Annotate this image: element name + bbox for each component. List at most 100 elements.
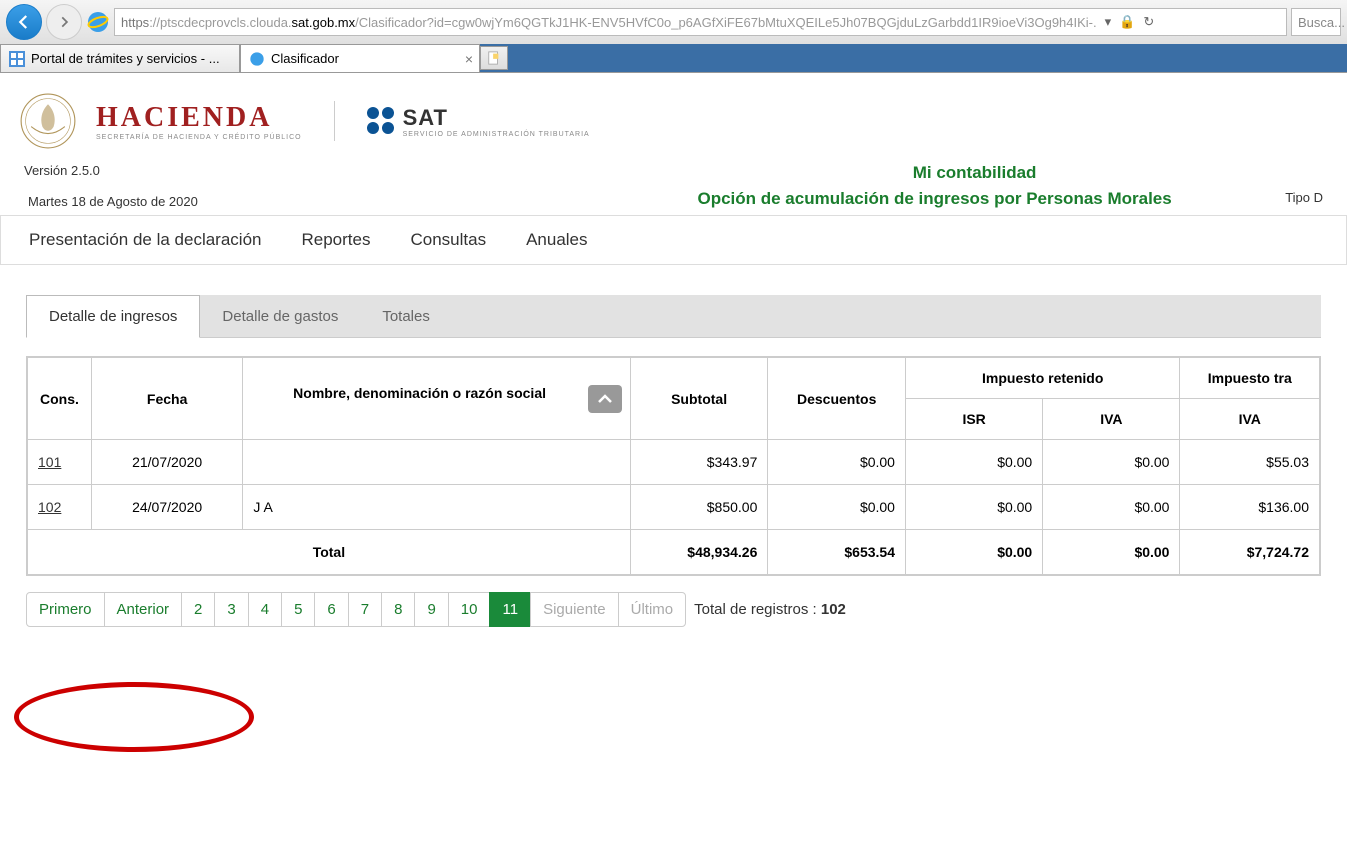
col-impuesto-trasladado: Impuesto tra xyxy=(1180,358,1320,399)
browser-tab-clasificador[interactable]: Clasificador × xyxy=(240,44,480,72)
hacienda-title: HACIENDA xyxy=(96,102,302,134)
ie-icon xyxy=(86,10,110,34)
col-nombre-label: Nombre, denominación o razón social xyxy=(293,385,546,401)
url-protocol: https xyxy=(121,15,149,30)
cell-subtotal: $343.97 xyxy=(630,440,768,485)
lock-icon: 🔒 xyxy=(1119,14,1135,30)
sat-dots-icon xyxy=(367,107,395,135)
dropdown-icon[interactable]: ▾ xyxy=(1105,14,1112,30)
page-number[interactable]: 10 xyxy=(448,592,491,627)
col-impuesto-retenido: Impuesto retenido xyxy=(905,358,1180,399)
total-records: Total de registros : 102 xyxy=(694,601,846,618)
col-subtotal: Subtotal xyxy=(630,358,768,440)
table-row: 102 24/07/2020 J A $850.00 $0.00 $0.00 $… xyxy=(28,485,1320,530)
page-number[interactable]: 9 xyxy=(414,592,448,627)
version-label: Versión 2.5.0 xyxy=(24,163,584,178)
address-bar[interactable]: https://ptscdecprovcls.clouda.sat.gob.mx… xyxy=(114,8,1287,36)
menu-reportes[interactable]: Reportes xyxy=(301,230,370,250)
cons-link[interactable]: 101 xyxy=(38,454,61,470)
pagination: Primero Anterior 2 3 4 5 6 7 8 9 10 11 S… xyxy=(26,592,1321,627)
total-isr: $0.00 xyxy=(905,530,1042,575)
page-number[interactable]: 6 xyxy=(314,592,348,627)
page-number-current[interactable]: 11 xyxy=(489,592,531,627)
page-icon xyxy=(487,51,501,65)
page-content: HACIENDA SECRETARÍA DE HACIENDA Y CRÉDIT… xyxy=(0,73,1347,627)
cell-descuentos: $0.00 xyxy=(768,440,906,485)
page-number[interactable]: 8 xyxy=(381,592,415,627)
arrow-right-icon xyxy=(57,15,71,29)
meta-row: Versión 2.5.0 Martes 18 de Agosto de 202… xyxy=(0,157,1347,209)
new-tab-button[interactable] xyxy=(480,46,508,70)
page-number[interactable]: 7 xyxy=(348,592,382,627)
arrow-left-icon xyxy=(15,13,33,31)
cell-iva-ret: $0.00 xyxy=(1043,440,1180,485)
menu-anuales[interactable]: Anuales xyxy=(526,230,587,250)
page-number[interactable]: 4 xyxy=(248,592,282,627)
total-records-label: Total de registros : xyxy=(694,601,821,618)
page-header: HACIENDA SECRETARÍA DE HACIENDA Y CRÉDIT… xyxy=(0,73,1347,157)
page-number[interactable]: 3 xyxy=(214,592,248,627)
cell-iva-tra: $136.00 xyxy=(1180,485,1320,530)
col-nombre: Nombre, denominación o razón social xyxy=(243,358,630,440)
back-button[interactable] xyxy=(6,4,42,40)
hacienda-subtitle: SECRETARÍA DE HACIENDA Y CRÉDITO PÚBLICO xyxy=(96,134,302,141)
sat-title: SAT xyxy=(403,105,590,131)
cell-subtotal: $850.00 xyxy=(630,485,768,530)
tab-title: Clasificador xyxy=(271,51,339,66)
cell-isr: $0.00 xyxy=(905,485,1042,530)
page-number[interactable]: 5 xyxy=(281,592,315,627)
annotation-circle xyxy=(14,682,254,752)
app-subtitle: Opción de acumulación de ingresos por Pe… xyxy=(584,189,1285,209)
cell-nombre: J A xyxy=(243,485,630,530)
page-first[interactable]: Primero xyxy=(26,592,105,627)
tab-detalle-gastos[interactable]: Detalle de gastos xyxy=(200,296,360,337)
nav-bar: https://ptscdecprovcls.clouda.sat.gob.mx… xyxy=(0,0,1347,44)
col-isr: ISR xyxy=(905,399,1042,440)
page-number[interactable]: 2 xyxy=(181,592,215,627)
app-title: Mi contabilidad xyxy=(664,163,1285,183)
tab-strip: Portal de trámites y servicios - ... Cla… xyxy=(0,44,1347,72)
sat-logo: SAT SERVICIO DE ADMINISTRACIÓN TRIBUTARI… xyxy=(367,105,590,138)
cell-iva-ret: $0.00 xyxy=(1043,485,1180,530)
total-iva-tra: $7,724.72 xyxy=(1180,530,1320,575)
table-row: 101 21/07/2020 $343.97 $0.00 $0.00 $0.00… xyxy=(28,440,1320,485)
browser-tab-portal[interactable]: Portal de trámites y servicios - ... xyxy=(0,44,240,72)
page-prev[interactable]: Anterior xyxy=(104,592,183,627)
close-icon[interactable]: × xyxy=(465,51,473,67)
col-iva-tra: IVA xyxy=(1180,399,1320,440)
url-path: /Clasificador?id=cgw0wjYm6QGTkJ1HK-ENV5H… xyxy=(355,15,1096,30)
date-label: Martes 18 de Agosto de 2020 xyxy=(28,194,584,209)
ie-icon xyxy=(249,51,265,67)
content-area: Detalle de ingresos Detalle de gastos To… xyxy=(0,265,1347,627)
url-host-prefix: ://ptscdecprovcls.clouda. xyxy=(149,15,291,30)
menu-presentacion[interactable]: Presentación de la declaración xyxy=(29,230,261,250)
table-total-row: Total $48,934.26 $653.54 $0.00 $0.00 $7,… xyxy=(28,530,1320,575)
sat-subtitle: SERVICIO DE ADMINISTRACIÓN TRIBUTARIA xyxy=(403,131,590,138)
cell-nombre xyxy=(243,440,630,485)
refresh-icon[interactable]: ↻ xyxy=(1143,14,1154,30)
mexico-seal-icon xyxy=(20,93,76,149)
cons-link[interactable]: 102 xyxy=(38,499,61,515)
hacienda-logo: HACIENDA SECRETARÍA DE HACIENDA Y CRÉDIT… xyxy=(96,102,302,141)
url-domain: sat.gob.mx xyxy=(292,15,356,30)
tipo-label: Tipo D xyxy=(1285,190,1323,209)
total-subtotal: $48,934.26 xyxy=(630,530,768,575)
cell-fecha: 24/07/2020 xyxy=(91,485,242,530)
chevron-up-icon xyxy=(597,393,613,405)
col-fecha: Fecha xyxy=(91,358,242,440)
tab-detalle-ingresos[interactable]: Detalle de ingresos xyxy=(26,295,200,338)
total-descuentos: $653.54 xyxy=(768,530,906,575)
cell-isr: $0.00 xyxy=(905,440,1042,485)
divider xyxy=(334,101,335,141)
url-icons: ▾ 🔒 ↻ xyxy=(1105,14,1155,30)
tab-totales[interactable]: Totales xyxy=(360,296,452,337)
cell-fecha: 21/07/2020 xyxy=(91,440,242,485)
menu-consultas[interactable]: Consultas xyxy=(410,230,486,250)
main-menu: Presentación de la declaración Reportes … xyxy=(0,215,1347,265)
total-records-count: 102 xyxy=(821,601,846,618)
forward-button[interactable] xyxy=(46,4,82,40)
cell-descuentos: $0.00 xyxy=(768,485,906,530)
browser-search-input[interactable]: Busca... xyxy=(1291,8,1341,36)
collapse-button[interactable] xyxy=(588,385,622,413)
total-label: Total xyxy=(28,530,631,575)
